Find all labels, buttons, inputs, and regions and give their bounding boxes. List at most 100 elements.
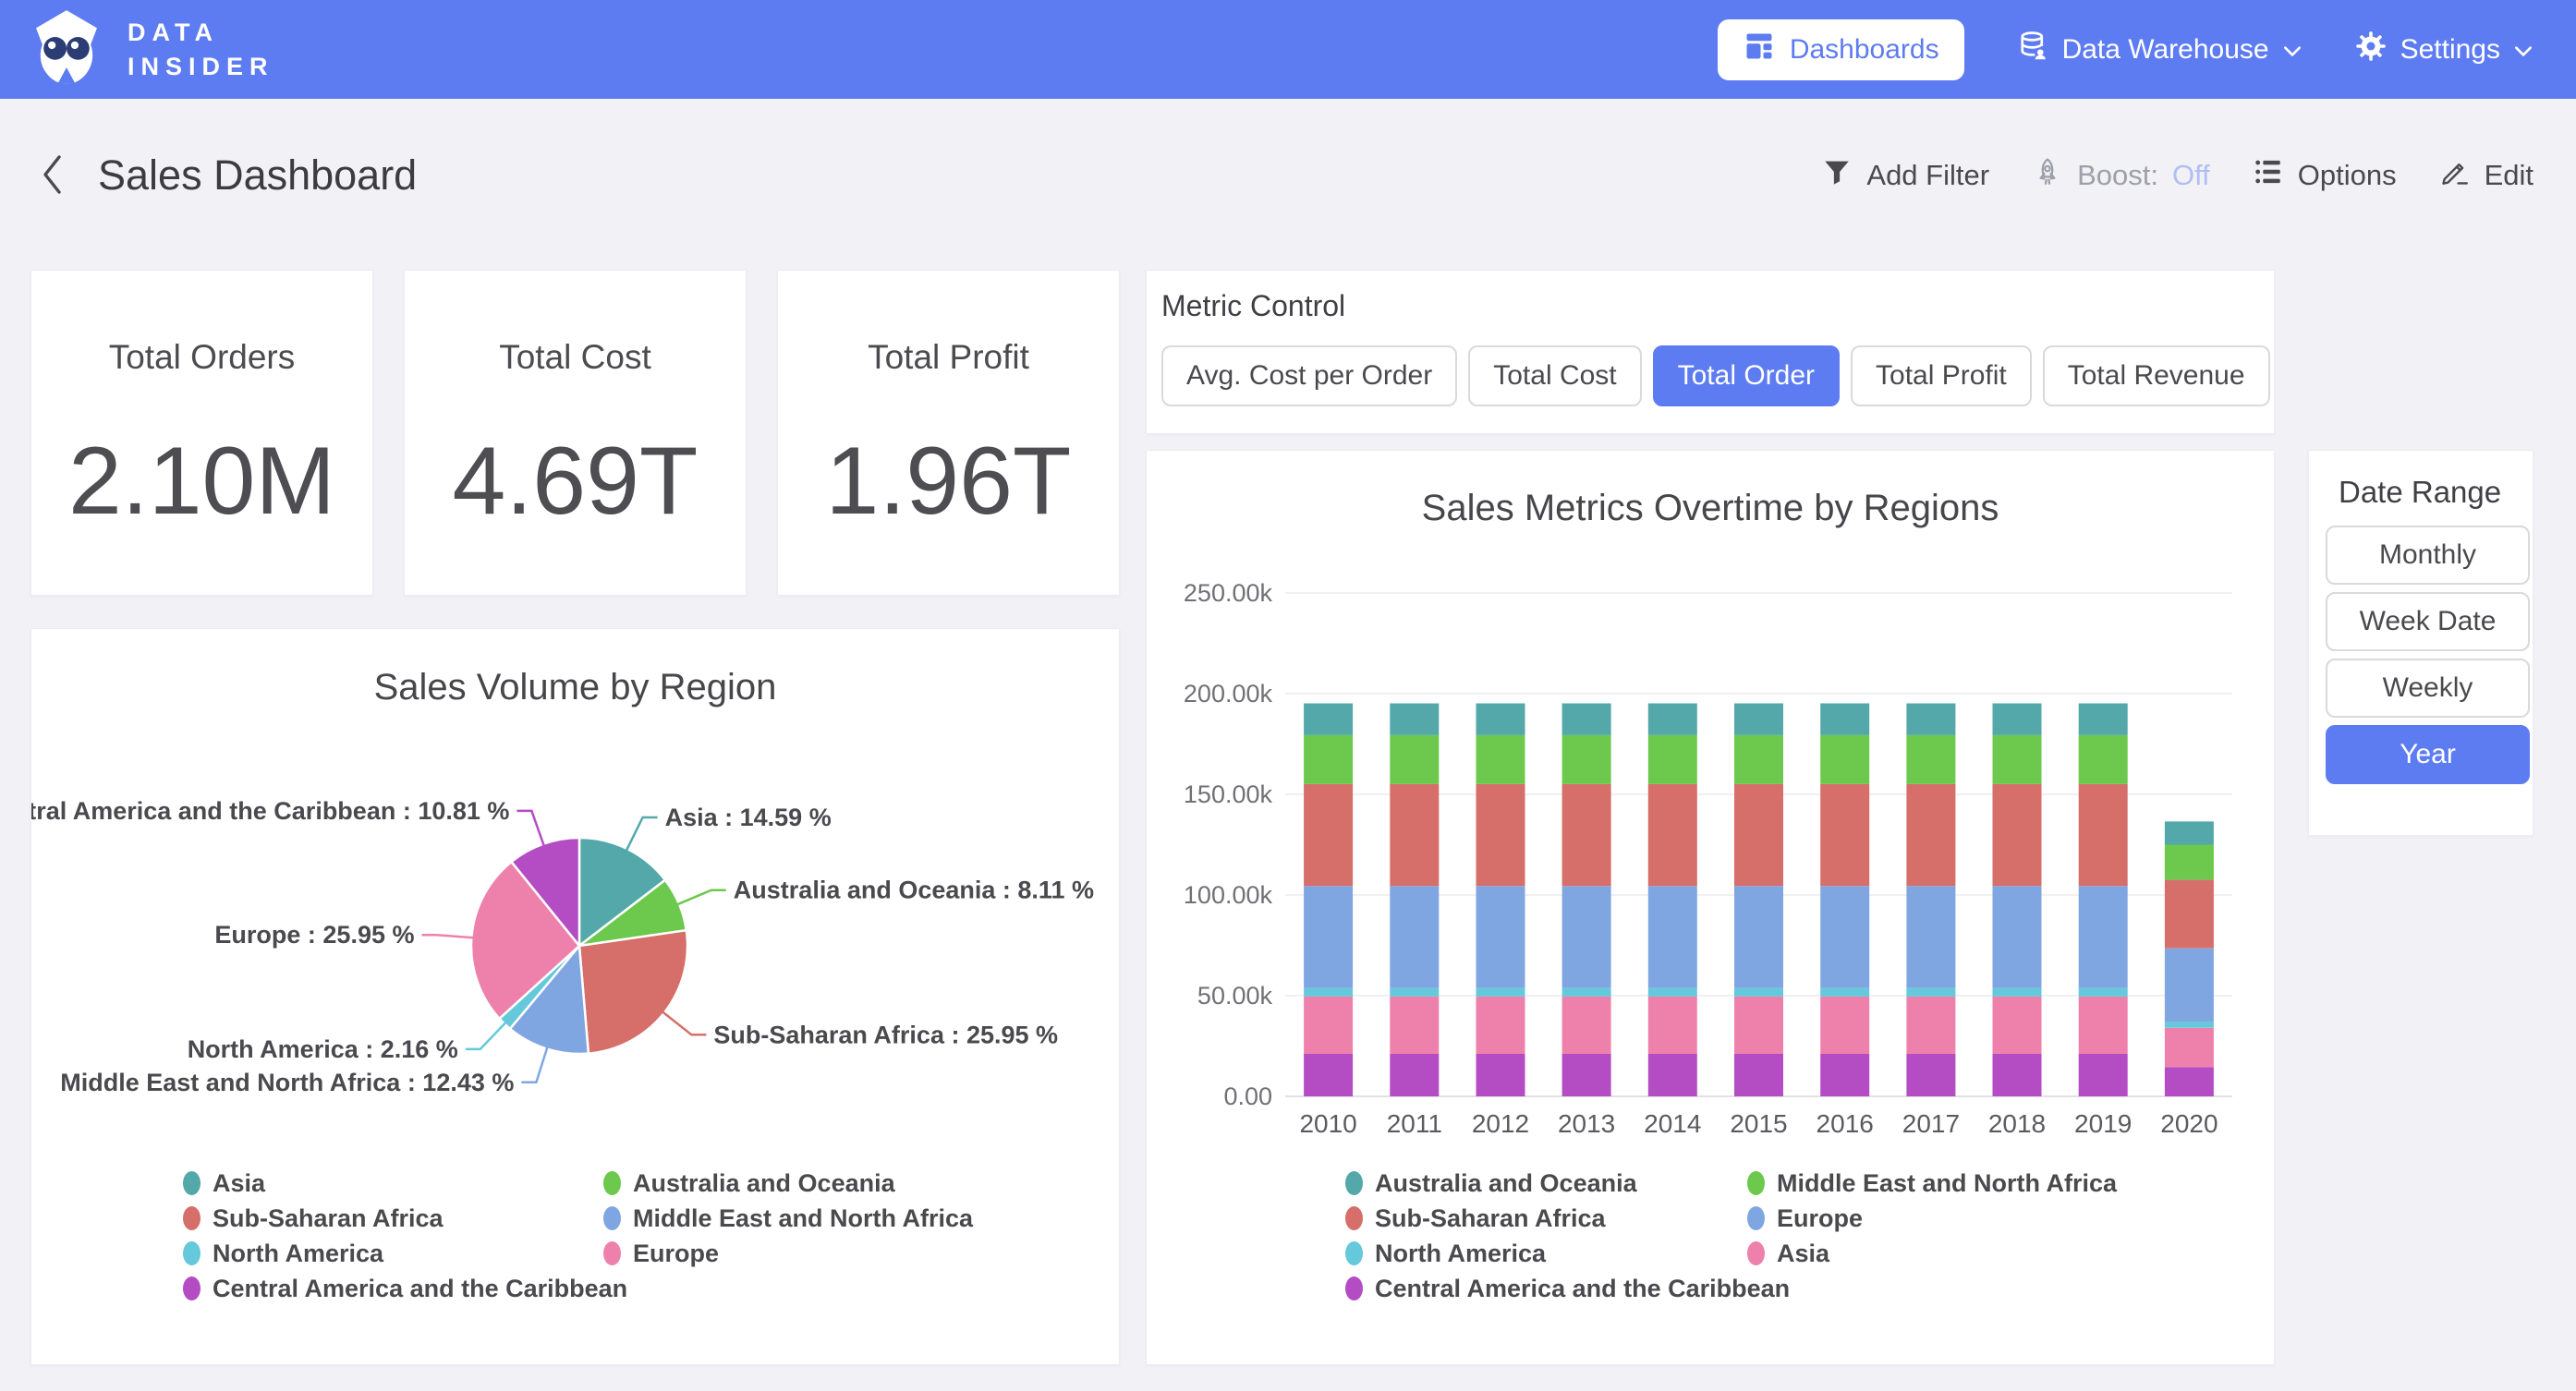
bar-segment[interactable] (1390, 997, 1439, 1054)
bar-segment[interactable] (1906, 886, 1955, 987)
legend-item[interactable]: Central America and the Caribbean (1345, 1271, 1747, 1306)
bar-segment[interactable] (1476, 886, 1525, 987)
legend-item[interactable]: Australia and Oceania (603, 1166, 973, 1201)
bar-segment[interactable] (2079, 886, 2128, 987)
bar-segment[interactable] (2079, 1054, 2128, 1096)
nav-item-settings[interactable]: Settings (2354, 30, 2533, 70)
bar-segment[interactable] (1562, 997, 1611, 1054)
bar-segment[interactable] (1820, 997, 1869, 1054)
bar-segment[interactable] (1734, 997, 1783, 1054)
bar-segment[interactable] (1820, 704, 1869, 735)
bar-segment[interactable] (1648, 784, 1697, 886)
bar-segment[interactable] (1562, 1054, 1611, 1096)
bar-segment[interactable] (1562, 704, 1611, 735)
bar-segment[interactable] (1390, 735, 1439, 784)
bar-segment[interactable] (1993, 988, 2042, 997)
bar-segment[interactable] (2165, 1022, 2214, 1028)
metric-button-total-order[interactable]: Total Order (1653, 345, 1840, 406)
legend-item[interactable]: Middle East and North Africa (1747, 1166, 2117, 1201)
bar-segment[interactable] (1390, 886, 1439, 987)
bar-segment[interactable] (1390, 1054, 1439, 1096)
bar-segment[interactable] (2165, 1028, 2214, 1068)
bar-segment[interactable] (2165, 845, 2214, 880)
bar-segment[interactable] (1906, 784, 1955, 886)
legend-item[interactable]: Middle East and North Africa (603, 1201, 973, 1236)
brand-logo[interactable]: DATA INSIDER (0, 6, 274, 92)
bar-segment[interactable] (1476, 784, 1525, 886)
bar-segment[interactable] (1648, 735, 1697, 784)
bar-segment[interactable] (1304, 735, 1353, 784)
bar-segment[interactable] (1906, 988, 1955, 997)
bar-segment[interactable] (1734, 988, 1783, 997)
bar-segment[interactable] (2165, 1067, 2214, 1096)
metric-button-total-revenue[interactable]: Total Revenue (2043, 345, 2270, 406)
boost-toggle[interactable]: Boost: Off (2032, 156, 2210, 195)
metric-button-total-cost[interactable]: Total Cost (1468, 345, 1641, 406)
edit-button[interactable]: Edit (2439, 156, 2533, 195)
bar-segment[interactable] (1390, 704, 1439, 735)
bar-segment[interactable] (1734, 886, 1783, 987)
bar-segment[interactable] (1562, 735, 1611, 784)
back-button[interactable] (37, 151, 68, 200)
bar-segment[interactable] (1820, 1054, 1869, 1096)
bar-segment[interactable] (1304, 704, 1353, 735)
legend-item[interactable]: Europe (1747, 1201, 2117, 1236)
bar-segment[interactable] (1648, 997, 1697, 1054)
bar-segment[interactable] (1820, 735, 1869, 784)
legend-item[interactable]: Central America and the Caribbean (183, 1271, 603, 1306)
bar-segment[interactable] (2165, 880, 2214, 949)
bar-segment[interactable] (2165, 949, 2214, 1022)
range-button-weekly[interactable]: Weekly (2326, 659, 2530, 718)
metric-button-total-profit[interactable]: Total Profit (1851, 345, 2032, 406)
metric-button-avg-cost-per-order[interactable]: Avg. Cost per Order (1161, 345, 1457, 406)
pie-slice[interactable] (579, 930, 687, 1053)
bar-segment[interactable] (1820, 784, 1869, 886)
bar-segment[interactable] (1648, 886, 1697, 987)
bar-segment[interactable] (1390, 784, 1439, 886)
bar-segment[interactable] (1562, 886, 1611, 987)
legend-item[interactable]: Sub-Saharan Africa (1345, 1201, 1747, 1236)
bar-segment[interactable] (1476, 997, 1525, 1054)
bar-segment[interactable] (1390, 988, 1439, 997)
range-button-week-date[interactable]: Week Date (2326, 592, 2530, 651)
legend-item[interactable]: North America (1345, 1236, 1747, 1271)
bar-segment[interactable] (2079, 704, 2128, 735)
options-button[interactable]: Options (2253, 156, 2397, 195)
bar-segment[interactable] (2079, 997, 2128, 1054)
bar-segment[interactable] (1304, 886, 1353, 987)
bar-segment[interactable] (1304, 988, 1353, 997)
bar-segment[interactable] (1304, 784, 1353, 886)
bar-segment[interactable] (1476, 988, 1525, 997)
bar-segment[interactable] (1648, 704, 1697, 735)
add-filter-button[interactable]: Add Filter (1821, 156, 1989, 195)
bar-segment[interactable] (1906, 997, 1955, 1054)
bar-segment[interactable] (1734, 704, 1783, 735)
bar-segment[interactable] (1562, 784, 1611, 886)
bar-segment[interactable] (1476, 735, 1525, 784)
bar-segment[interactable] (2079, 988, 2128, 997)
bar-segment[interactable] (2079, 735, 2128, 784)
nav-item-dashboards[interactable]: Dashboards (1718, 19, 1964, 80)
bar-segment[interactable] (1993, 1054, 2042, 1096)
bar-segment[interactable] (1993, 997, 2042, 1054)
bar-segment[interactable] (1906, 704, 1955, 735)
range-button-year[interactable]: Year (2326, 725, 2530, 784)
bar-segment[interactable] (1734, 735, 1783, 784)
legend-item[interactable]: Australia and Oceania (1345, 1166, 1747, 1201)
bar-segment[interactable] (1648, 1054, 1697, 1096)
bar-segment[interactable] (1476, 1054, 1525, 1096)
bar-segment[interactable] (1906, 735, 1955, 784)
legend-item[interactable]: Europe (603, 1236, 973, 1271)
bar-segment[interactable] (1562, 988, 1611, 997)
bar-segment[interactable] (2165, 821, 2214, 844)
bar-segment[interactable] (1993, 886, 2042, 987)
bar-segment[interactable] (1820, 988, 1869, 997)
bar-segment[interactable] (1734, 784, 1783, 886)
bar-segment[interactable] (1304, 997, 1353, 1054)
bar-segment[interactable] (1993, 704, 2042, 735)
legend-item[interactable]: North America (183, 1236, 603, 1271)
bar-segment[interactable] (1648, 988, 1697, 997)
bar-segment[interactable] (1734, 1054, 1783, 1096)
bar-segment[interactable] (1820, 886, 1869, 987)
legend-item[interactable]: Asia (183, 1166, 603, 1201)
